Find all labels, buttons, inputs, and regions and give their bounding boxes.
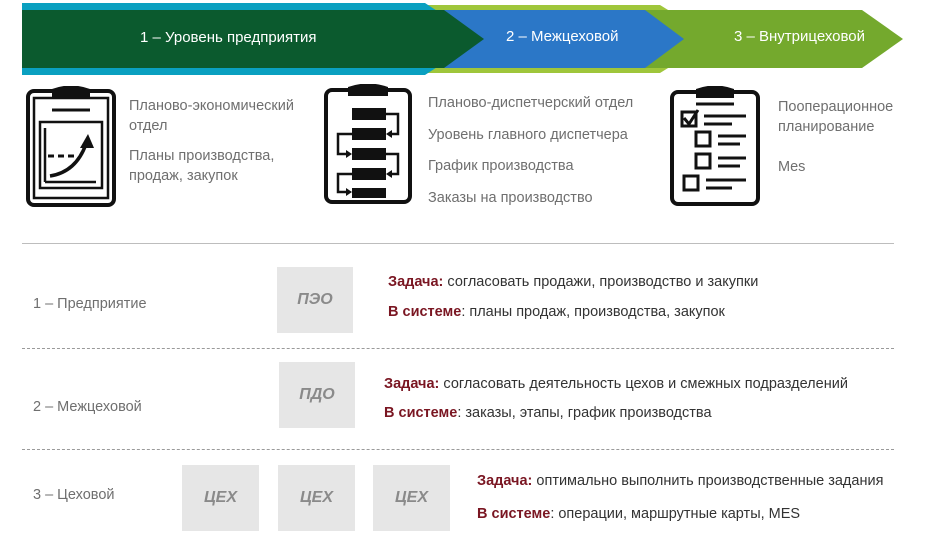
column-1-line: продаж, закупок [129,168,238,184]
level-1-label: 1 – Предприятие [33,296,147,312]
level-1-system: В системе: планы продаж, производства, з… [388,304,725,320]
column-1-description: Планово-экономический отдел Планы произв… [129,96,294,186]
column-2-line: Заказы на производство [428,189,593,206]
level-2-task: Задача: согласовать деятельность цехов и… [384,376,848,392]
department-box-workshop: ЦЕХ [373,465,450,531]
department-box-peo: ПЭО [277,267,353,333]
department-box-workshop: ЦЕХ [278,465,355,531]
level-3-system: В системе: операции, маршрутные карты, M… [477,506,800,522]
column-1-line: Планово-экономический [129,98,294,114]
column-1-line: Планы производства, [129,148,275,164]
column-2-description: Планово-диспетчерский отдел Уровень глав… [428,88,633,214]
system-text: : операции, маршрутные карты, MES [550,506,801,522]
column-3-description: Пооперационное планирование Mes [778,97,893,177]
system-key: В системе [388,304,462,320]
system-key: В системе [477,506,551,522]
department-box-workshop: ЦЕХ [182,465,259,531]
task-key: Задача: [388,274,444,290]
level-3-label: 3 – Цеховой [33,487,115,503]
clipboard-chart-icon [26,86,116,207]
column-3-line: Mes [778,159,806,175]
task-key: Задача: [477,473,533,489]
system-text: : планы продаж, производства, закупок [461,304,725,320]
task-text: согласовать продажи, производство и заку… [443,274,759,290]
clipboard-checklist-icon [670,86,760,206]
column-2-line: График производства [428,158,574,174]
column-3-line: Пооперационное [778,99,894,115]
clipboard-flow-icon [324,84,412,204]
column-2-line: Планово-диспетчерский отдел [428,95,634,111]
level-divider [22,348,894,349]
level-2-system: В системе: заказы, этапы, график произво… [384,405,712,421]
column-3-line: планирование [778,119,875,135]
level-3-task: Задача: оптимально выполнить производств… [477,473,883,489]
column-2-line: Уровень главного диспетчера [428,126,628,143]
task-text: согласовать деятельность цехов и смежных… [439,376,848,392]
system-text: : заказы, этапы, график производства [457,405,712,421]
stage-label-3: 3 – Внутрицеховой [734,28,866,45]
level-1-task: Задача: согласовать продажи, производств… [388,274,758,290]
department-box-pdo: ПДО [279,362,355,428]
section-divider [22,243,894,244]
stage-label-1: 1 – Уровень предприятия [140,29,317,46]
task-text: оптимально выполнить производственные за… [532,473,884,489]
task-key: Задача: [384,376,440,392]
system-key: В системе [384,405,458,421]
column-1-line: отдел [129,118,168,134]
stage-label-2: 2 – Межцеховой [506,28,619,45]
level-divider [22,449,894,450]
level-2-label: 2 – Межцеховой [33,399,142,415]
